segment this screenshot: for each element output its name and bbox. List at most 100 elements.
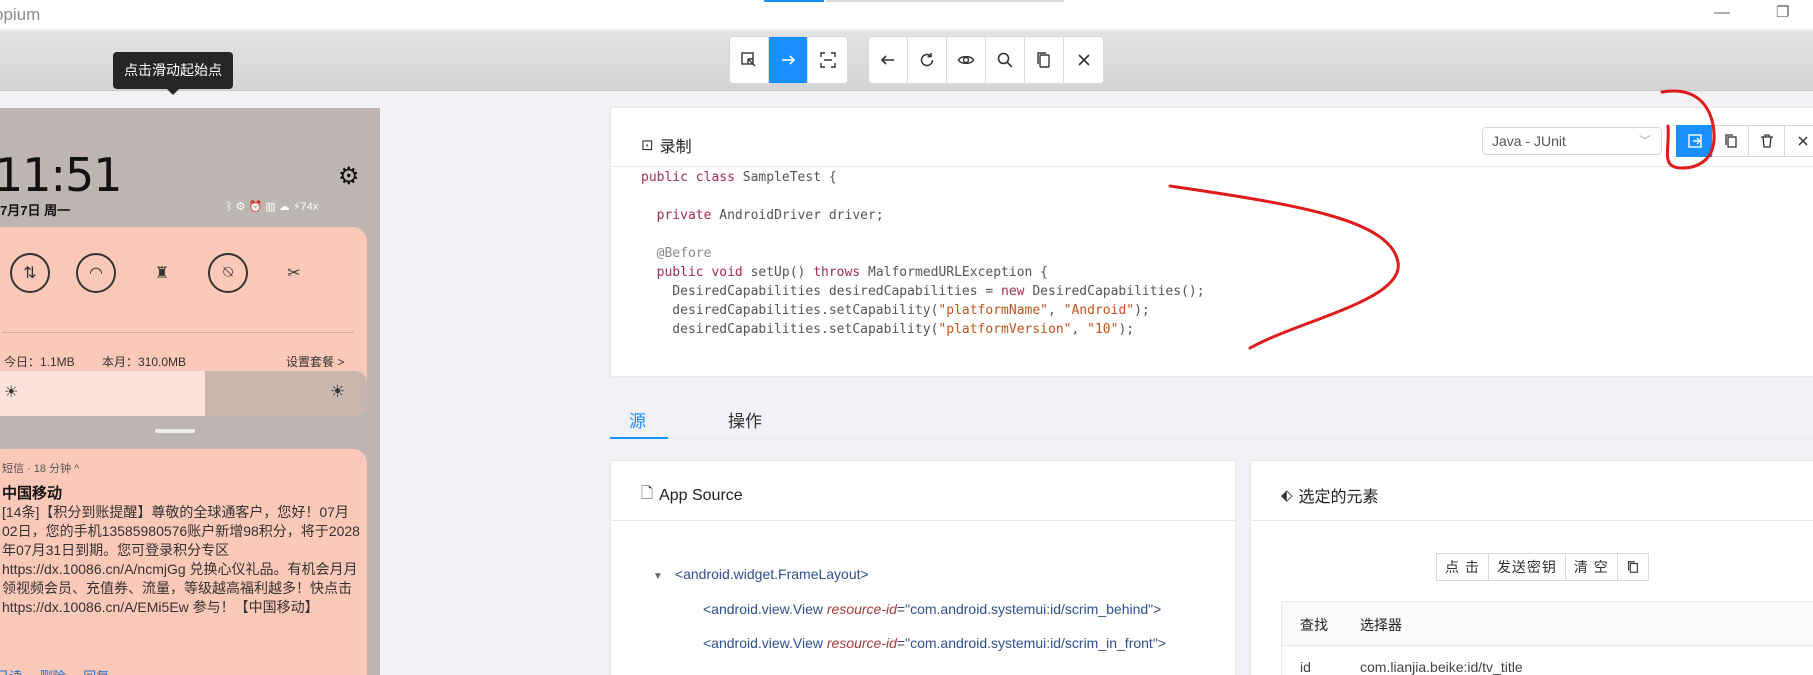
screenshot-icon: ✂ xyxy=(287,265,301,282)
data-usage: 今日：1.1MB 本月：310.0MB xyxy=(4,353,210,370)
selected-element-title: 选定的元素 xyxy=(1298,489,1379,506)
appium-inspector-window: opium — ❐ xyxy=(0,0,1813,675)
tab-source[interactable]: 源 xyxy=(629,407,646,432)
code-token: "10" xyxy=(1087,322,1119,337)
code-token: new xyxy=(1001,284,1033,299)
show-boilerplate-button[interactable] xyxy=(1676,125,1713,157)
code-token: @Before xyxy=(641,246,712,261)
selected-element-panel: ⬖ 选定的元素 点 击 发送密钥 清 空 查找 选择器 id com.lianj… xyxy=(1250,460,1813,675)
swipe-arrow-icon xyxy=(782,55,796,65)
usage-today: 今日：1.1MB xyxy=(4,355,75,369)
clear-button[interactable]: 清 空 xyxy=(1564,553,1618,581)
caret-down-icon[interactable]: ▼ xyxy=(653,571,663,582)
tab-indicator-inactive xyxy=(826,0,1064,2)
code-token: throws xyxy=(813,265,868,280)
table-row[interactable]: id com.lianjia.beike:id/tv_title xyxy=(1282,646,1813,675)
arrow-left-icon xyxy=(880,55,894,65)
header-selector: 选择器 xyxy=(1360,617,1402,633)
selector-table-header: 查找 选择器 xyxy=(1282,602,1813,646)
tap-button[interactable]: 点 击 xyxy=(1436,553,1489,581)
app-source-header: 🗋 App Source xyxy=(641,483,743,508)
reply-action: 回复 xyxy=(83,669,109,675)
tree-node-scrim-behind[interactable]: <android.view.View resource-id="com.andr… xyxy=(703,601,1161,617)
copy-xml-button[interactable] xyxy=(1025,37,1064,83)
refresh-button[interactable] xyxy=(908,37,947,83)
active-tab-indicator xyxy=(610,437,668,439)
code-line: public class SampleTest { xyxy=(641,167,1205,186)
code-token: public void xyxy=(641,265,751,280)
code-token: "platformName" xyxy=(938,303,1048,318)
code-token: ); xyxy=(1118,322,1135,337)
tab-actions[interactable]: 操作 xyxy=(728,407,762,432)
back-button[interactable] xyxy=(869,37,908,83)
recorded-code: public class SampleTest { private Androi… xyxy=(641,167,1205,338)
delete-action: 删除 xyxy=(40,669,66,675)
file-icon: 🗋 xyxy=(641,485,654,502)
notification-app: 短信 · 18 分钟 ^ xyxy=(2,463,80,475)
quick-settings-panel: ⇅ ◠ ♜ ⍉ ✂ 今日：1.1MB 本月：310.0MB 设置套餐 > xyxy=(0,227,367,395)
code-token: setUp() xyxy=(750,265,814,280)
maximize-icon[interactable]: ❐ xyxy=(1776,3,1789,21)
gear-icon: ⚙ xyxy=(338,163,360,190)
mark-read-action: 已读 xyxy=(0,669,22,675)
app-source-title: App Source xyxy=(659,486,743,504)
notification-actions: 已读 删除 回复 xyxy=(0,666,123,675)
search-button[interactable] xyxy=(986,37,1025,83)
code-line: @Before xyxy=(641,243,1205,262)
notification-body: [14条]【积分到账提醒】尊敬的全球通客户，您好！07月02日，您的手机1358… xyxy=(2,504,360,615)
tab-indicator xyxy=(764,0,824,2)
code-token: "platformVersion" xyxy=(938,322,1072,337)
copy-code-button[interactable] xyxy=(1712,125,1749,157)
code-line: public void setUp() throws MalformedURLE… xyxy=(641,262,1205,281)
quit-button[interactable] xyxy=(1064,37,1103,83)
search-icon xyxy=(997,52,1013,68)
tap-coordinates-button[interactable] xyxy=(808,37,847,83)
code-token: ); xyxy=(1134,303,1150,318)
recorder-actions xyxy=(1676,125,1813,157)
swipe-tooltip: 点击滑动起始点 xyxy=(113,52,233,95)
tree-node-framelayout[interactable]: ▼ <android.widget.FrameLayout> xyxy=(653,566,869,582)
code-token: SampleTest { xyxy=(742,170,837,185)
app-title: opium xyxy=(0,5,41,24)
selector-table: 查找 选择器 id com.lianjia.beike:id/tv_title xyxy=(1281,601,1813,675)
mode-button-group xyxy=(729,36,848,84)
select-elements-button[interactable] xyxy=(730,37,769,83)
selected-element-header: ⬖ 选定的元素 xyxy=(1281,483,1379,507)
sun-icon: ☀ xyxy=(4,384,19,401)
clear-actions-button[interactable] xyxy=(1748,125,1785,157)
code-token: , xyxy=(1071,322,1088,337)
close-icon xyxy=(1797,136,1808,146)
code-token: "Android" xyxy=(1063,303,1135,318)
select-arrow-icon xyxy=(741,52,756,67)
notification-card: 短信 · 18 分钟 ^ 中国移动 [14条]【积分到账提醒】尊敬的全球通客户，… xyxy=(0,449,367,675)
language-select-value: Java - JUnit xyxy=(1492,133,1566,149)
sun-icon: ☀ xyxy=(330,382,346,401)
data-transfer-icon: ⇅ xyxy=(10,253,50,293)
code-line: desiredCapabilities.setCapability("platf… xyxy=(641,300,1205,319)
copy-icon xyxy=(1037,52,1050,68)
row-selector: com.lianjia.beike:id/tv_title xyxy=(1360,659,1523,675)
code-line: DesiredCapabilities desiredCapabilities … xyxy=(641,281,1204,300)
swipe-button[interactable] xyxy=(769,37,808,83)
send-keys-button[interactable]: 发送密钥 xyxy=(1487,553,1566,581)
language-select[interactable]: Java - JUnit ﹀ xyxy=(1482,127,1662,155)
recorder-title: 录制 xyxy=(659,139,692,156)
minimize-icon[interactable]: — xyxy=(1714,4,1730,22)
copy-attributes-button[interactable] xyxy=(1616,553,1649,581)
record-button[interactable] xyxy=(947,37,986,83)
code-token: DesiredCapabilities desiredCapabilities … xyxy=(641,284,1002,299)
element-actions: 点 击 发送密钥 清 空 xyxy=(1436,553,1649,581)
export-icon xyxy=(1687,134,1702,148)
plan-link: 设置套餐 > xyxy=(286,355,345,369)
tree-node-scrim-in-front[interactable]: <android.view.View resource-id="com.andr… xyxy=(703,635,1166,651)
copy-icon xyxy=(1627,561,1638,573)
close-recorder-button[interactable] xyxy=(1784,125,1813,157)
title-bar: opium — ❐ xyxy=(0,0,1813,30)
terminal-icon: ⊡ xyxy=(641,137,654,154)
code-token: AndroidDriver driver; xyxy=(719,208,884,223)
phone-date: 7月7日 周一 xyxy=(0,203,71,218)
app-source-panel: 🗋 App Source ▼ <android.widget.FrameLayou… xyxy=(610,460,1236,675)
device-screenshot[interactable]: 11:51 7月7日 周一 ⚙ ᛒ ⚙ ⏰ ▥ ☁ ⚡74x ⇅ ◠ ♜ ⍉ ✂… xyxy=(0,108,380,675)
